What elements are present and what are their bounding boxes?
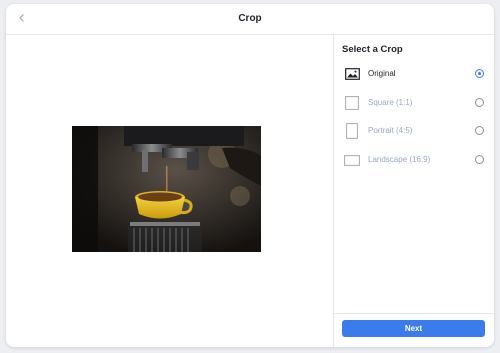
footer-divider — [334, 313, 494, 314]
crop-options-panel: Select a Crop Original Square (1:1) Port… — [333, 35, 494, 347]
next-button[interactable]: Next — [342, 320, 485, 337]
square-icon — [344, 95, 360, 111]
image-preview-area — [6, 35, 333, 347]
crop-option-label: Portrait (4:5) — [368, 126, 413, 135]
photo-preview[interactable] — [72, 126, 261, 252]
radio-original[interactable] — [475, 69, 484, 78]
landscape-icon — [344, 154, 360, 166]
crop-option-portrait[interactable]: Portrait (4:5) — [334, 120, 494, 142]
radio-portrait[interactable] — [475, 126, 484, 135]
portrait-icon — [344, 122, 360, 140]
panel-title: Select a Crop — [342, 44, 403, 55]
crop-dialog: Crop Select a Crop Original Square (1:1)… — [6, 4, 494, 347]
dialog-header: Crop — [6, 4, 494, 35]
image-icon — [344, 67, 360, 81]
crop-option-label: Landscape (16:9) — [368, 155, 431, 164]
crop-option-landscape[interactable]: Landscape (16:9) — [334, 149, 494, 171]
radio-square[interactable] — [475, 98, 484, 107]
radio-landscape[interactable] — [475, 155, 484, 164]
crop-option-original[interactable]: Original — [334, 63, 494, 85]
crop-option-label: Original — [368, 69, 396, 78]
dialog-title: Crop — [238, 13, 262, 24]
crop-option-label: Square (1:1) — [368, 98, 413, 107]
crop-option-square[interactable]: Square (1:1) — [334, 92, 494, 114]
espresso-photo — [72, 126, 261, 252]
